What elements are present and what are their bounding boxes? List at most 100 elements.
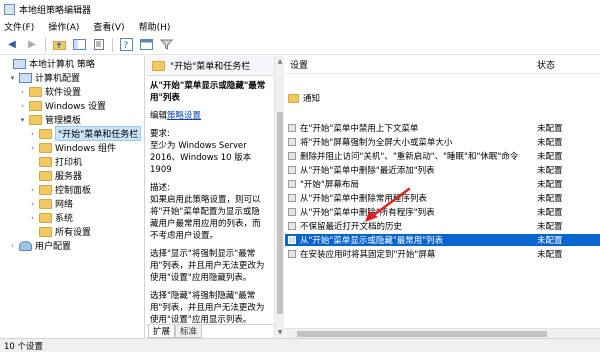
edit-policy-link[interactable]: 策略设置 — [167, 111, 201, 121]
column-header-setting[interactable]: 设置 — [285, 58, 537, 71]
view-tabs: 扩展 标准 — [146, 324, 274, 338]
menu-bar: 文件(F) 操作(A) 查看(V) 帮助(H) — [0, 18, 600, 35]
tree-item-printers[interactable]: 打印机 — [28, 154, 82, 169]
setting-state: 未配置 — [537, 208, 563, 218]
up-folder-icon[interactable] — [51, 37, 67, 53]
tree-item-software-settings[interactable]: › 软件设置 — [18, 84, 81, 99]
forward-arrow-icon[interactable]: ▶ — [24, 37, 40, 53]
svg-text:?: ? — [123, 41, 128, 51]
computer-icon — [19, 72, 32, 83]
chevron-right-icon[interactable]: › — [28, 130, 37, 138]
requirements: 要求: 至少为 Windows Server 2016、Windows 10 版… — [150, 128, 268, 176]
chevron-right-icon[interactable]: › — [18, 102, 27, 110]
menu-action[interactable]: 操作(A) — [48, 20, 79, 33]
chevron-down-icon[interactable]: ▾ — [8, 74, 17, 82]
tree-item-start-menu-taskbar[interactable]: › "开始"菜单和任务栏 — [28, 126, 142, 141]
settings-horizontal-scrollbar[interactable] — [285, 328, 600, 338]
settings-row-selected[interactable]: 从"开始"菜单显示或隐藏"最常用"列表 未配置 — [285, 234, 600, 246]
tree-item-windows-settings[interactable]: › Windows 设置 — [18, 98, 106, 113]
settings-row[interactable]: 将"开始"屏幕强制为全屏大小或菜单大小 未配置 — [285, 136, 600, 148]
tab-extended[interactable]: 扩展 — [148, 325, 176, 338]
settings-row[interactable]: 在"开始"菜单中禁用上下文菜单 未配置 — [285, 122, 600, 134]
tab-standard[interactable]: 标准 — [175, 325, 203, 338]
menu-view[interactable]: 查看(V) — [93, 20, 124, 33]
tree-item-server[interactable]: 服务器 — [28, 168, 82, 183]
setting-state: 未配置 — [537, 138, 563, 148]
tree-item-local-policy[interactable]: 本地计算机 策略 — [2, 56, 95, 71]
toolbar-separator — [45, 37, 46, 52]
settings-row[interactable]: 删除并阻止访问"关机"、"重新启动"、"睡眠"和"休眠"命令 未配置 — [285, 150, 600, 162]
setting-name: 在安装应用时将其固定到"开始"屏幕 — [300, 250, 436, 260]
tree-item-label: 系统 — [55, 214, 74, 224]
tree-item-control-panel[interactable]: › 控制面板 — [28, 182, 91, 197]
tree-item-admin-templates[interactable]: ▾ 管理模板 — [18, 112, 81, 127]
setting-state: 未配置 — [537, 222, 563, 232]
setting-name: 从"开始"菜单中删除"所有程序"列表 — [300, 208, 435, 218]
policy-tree: 本地计算机 策略 ▾ 计算机配置 › 软件设置 › Windows 设置 ▾ 管… — [0, 56, 145, 338]
tree-item-label: Windows 设置 — [45, 102, 107, 112]
tree-item-label: 所有设置 — [55, 228, 92, 238]
toolbar-separator — [112, 37, 113, 52]
show-hide-tree-icon[interactable] — [71, 37, 87, 53]
setting-name: 删除并阻止访问"关机"、"重新启动"、"睡眠"和"休眠"命令 — [300, 152, 519, 162]
menu-help[interactable]: 帮助(H) — [139, 20, 171, 33]
requirements-text: 至少为 Windows Server 2016、Windows 10 版本 19… — [150, 141, 252, 175]
back-arrow-icon[interactable]: ◀ — [4, 37, 20, 53]
policy-setting-icon — [288, 222, 296, 230]
settings-row[interactable]: 在安装应用时将其固定到"开始"屏幕 未配置 — [285, 248, 600, 260]
requirements-label: 要求: — [150, 129, 170, 139]
help-icon[interactable]: ? — [118, 37, 134, 53]
chevron-right-icon[interactable]: › — [8, 242, 17, 250]
tree-item-user-config[interactable]: › 用户配置 — [8, 238, 71, 253]
tree-item-label: 控制面板 — [55, 186, 92, 196]
chevron-right-icon[interactable]: › — [28, 200, 37, 208]
export-list-icon[interactable] — [91, 37, 107, 53]
policy-setting-icon — [288, 124, 296, 132]
description-text-2: 选择"显示"将强制显示"最常用"列表，并且用户无法更改为使用"设置"应用隐藏列表… — [150, 249, 265, 283]
description-text-3: 选择"隐藏"将强制隐藏"最常用"列表，并且用户无法更改为使用"设置"应用显示列表… — [150, 291, 265, 325]
settings-row[interactable]: "开始"屏幕布局 未配置 — [285, 178, 600, 190]
tree-item-system[interactable]: › 系统 — [28, 210, 73, 225]
setting-name: 将"开始"屏幕强制为全屏大小或菜单大小 — [300, 138, 453, 148]
tree-item-all-settings[interactable]: 所有设置 — [28, 224, 91, 239]
scrollbar-thumb[interactable] — [297, 331, 547, 337]
scroll-down-icon[interactable]: ▼ — [276, 329, 284, 336]
description-scrollbar[interactable]: ▲ ▼ — [274, 56, 284, 338]
filter-icon[interactable] — [158, 37, 174, 53]
menu-file[interactable]: 文件(F) — [4, 20, 34, 33]
setting-name: 从"开始"菜单中删除常用程序列表 — [300, 194, 427, 204]
folder-icon — [39, 212, 52, 223]
setting-name: 从"开始"菜单显示或隐藏"最常用"列表 — [300, 236, 444, 246]
setting-name: 从"开始"菜单中删除"最近添加"列表 — [300, 166, 435, 176]
column-header-state[interactable]: 状态 — [537, 58, 555, 71]
settings-header: 设置 状态 — [285, 56, 600, 74]
chevron-right-icon[interactable]: › — [18, 88, 27, 96]
setting-state: 未配置 — [537, 124, 563, 134]
setting-state: 未配置 — [537, 166, 563, 176]
settings-row-folder[interactable]: 通知 — [285, 92, 600, 104]
settings-row[interactable]: 从"开始"菜单中删除常用程序列表 未配置 — [285, 192, 600, 204]
tree-item-label: Windows 组件 — [55, 144, 117, 154]
tree-item-network[interactable]: › 网络 — [28, 196, 73, 211]
tree-item-windows-components[interactable]: › Windows 组件 — [28, 140, 116, 155]
setting-name: 在"开始"菜单中禁用上下文菜单 — [300, 124, 419, 134]
chevron-down-icon[interactable]: ▾ — [18, 116, 27, 124]
settings-row[interactable]: 从"开始"菜单中删除"所有程序"列表 未配置 — [285, 206, 600, 218]
description-text-1: 如果启用此策略设置，则可以将"开始"菜单配置为显示或隐藏用户最常用应用的列表，而… — [150, 195, 261, 241]
edit-prefix: 编辑 — [150, 111, 168, 121]
scroll-up-icon[interactable]: ▲ — [276, 58, 284, 65]
settings-row[interactable]: 从"开始"菜单中删除"最近添加"列表 未配置 — [285, 164, 600, 176]
properties-icon[interactable] — [138, 37, 154, 53]
policy-setting-icon — [288, 180, 296, 188]
scrollbar-thumb[interactable] — [277, 112, 283, 314]
app-icon — [4, 3, 15, 15]
setting-state: 未配置 — [537, 236, 563, 246]
chevron-right-icon[interactable]: › — [28, 186, 37, 194]
chevron-right-icon[interactable]: › — [28, 144, 37, 152]
policy-setting-icon — [288, 194, 296, 202]
chevron-right-icon[interactable]: › — [28, 214, 37, 222]
tree-item-computer-config[interactable]: ▾ 计算机配置 — [8, 70, 80, 85]
tree-item-label: 本地计算机 策略 — [29, 60, 95, 70]
settings-row[interactable]: 不保留最近打开文档的历史 未配置 — [285, 220, 600, 232]
folder-icon — [288, 93, 299, 103]
